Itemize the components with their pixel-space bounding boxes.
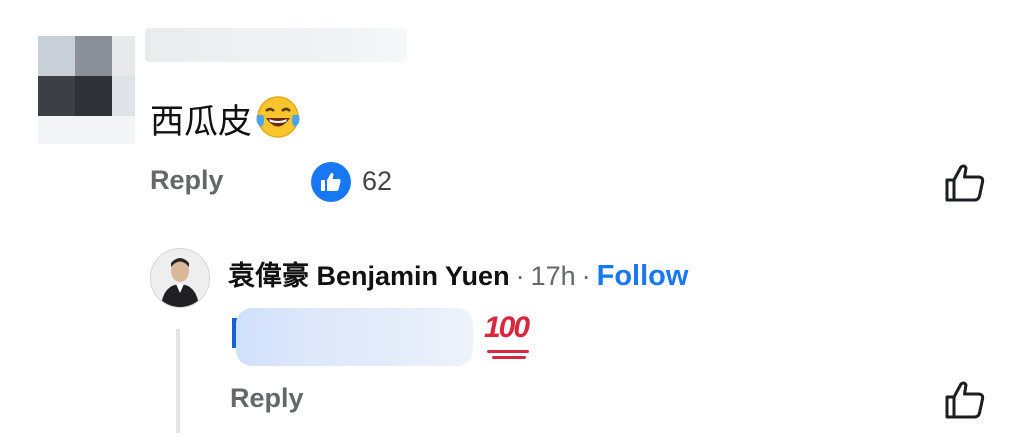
like-button-icon[interactable]: [944, 163, 986, 208]
reply-header: 袁偉豪 Benjamin Yuen · 17h · Follow: [228, 254, 688, 293]
thread-line: [176, 329, 180, 433]
reply-timestamp[interactable]: 17h: [531, 261, 576, 292]
comment-text: 西瓜皮: [150, 101, 252, 142]
reply-button[interactable]: Reply: [230, 383, 304, 414]
like-button-icon[interactable]: [944, 380, 986, 425]
reply-author-avatar[interactable]: [150, 248, 210, 308]
tears-of-joy-icon: [254, 93, 302, 150]
like-count: 62: [362, 166, 393, 196]
comment-body: 西瓜皮: [150, 93, 302, 150]
separator-dot: ·: [581, 261, 591, 291]
like-reaction-icon: [311, 162, 351, 202]
hundred-underline: [487, 350, 529, 353]
hundred-points-text: 100: [484, 311, 530, 344]
reply-author-name[interactable]: 袁偉豪 Benjamin Yuen: [228, 254, 510, 293]
reply-button[interactable]: Reply: [150, 165, 224, 196]
mention-blurred: [236, 308, 473, 366]
hundred-underline: [492, 356, 526, 359]
follow-button[interactable]: Follow: [597, 260, 689, 293]
author-name-blurred: [145, 28, 407, 62]
separator-dot: ·: [515, 261, 525, 291]
